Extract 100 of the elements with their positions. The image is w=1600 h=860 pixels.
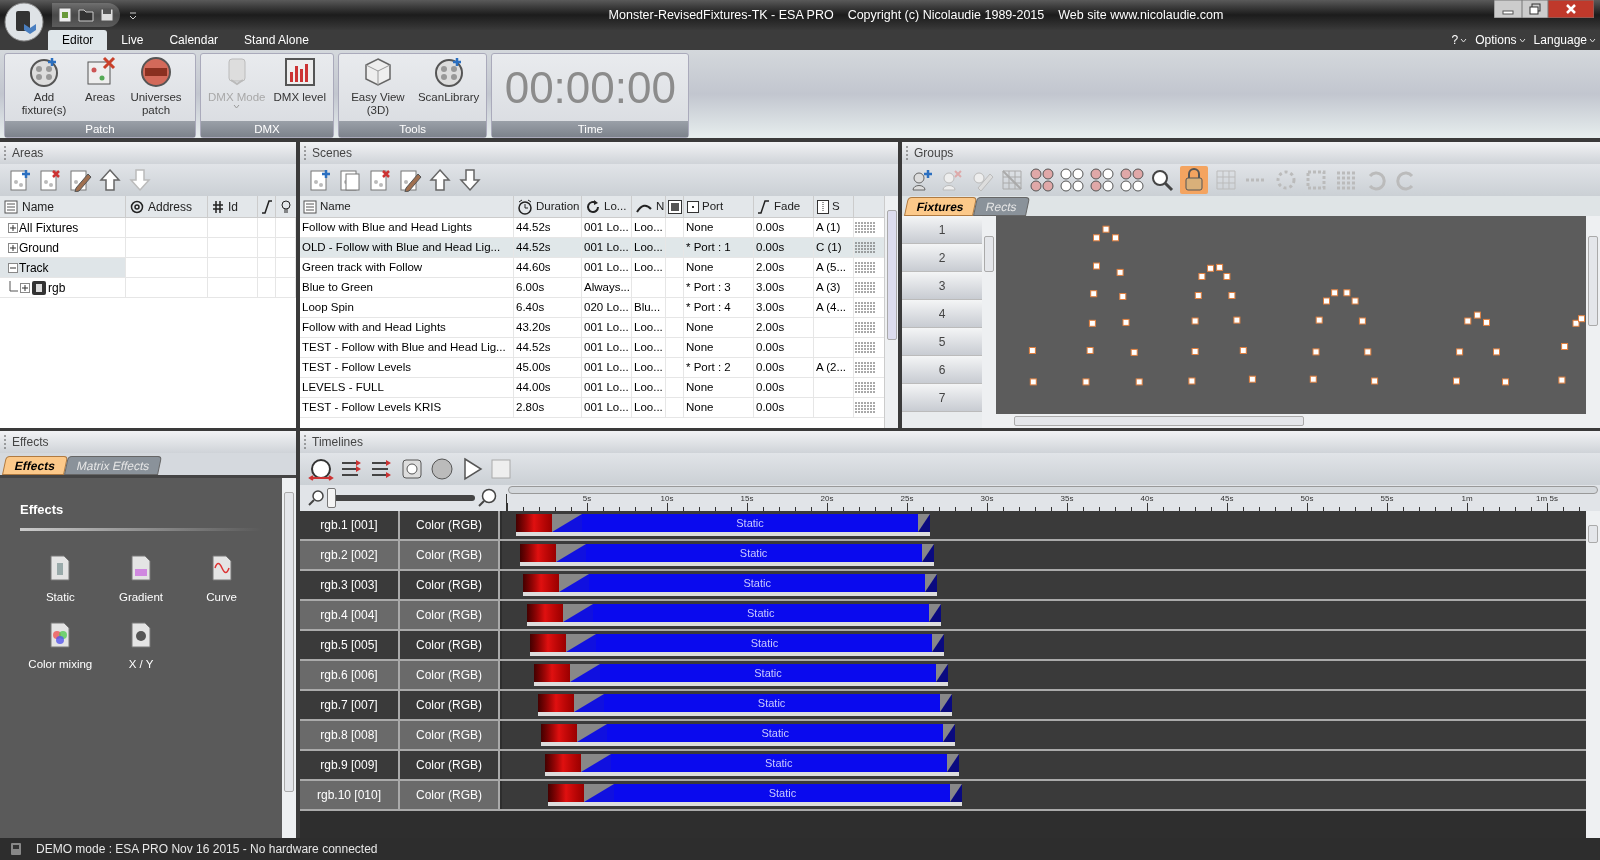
fade-ramp[interactable] [936, 664, 948, 686]
static-effect-icon[interactable] [49, 554, 72, 581]
scrollbar[interactable] [282, 478, 296, 838]
column-header[interactable]: Port [684, 196, 754, 217]
four-circles-icon[interactable] [1120, 168, 1144, 192]
track-name[interactable]: rgb.9 [009] [300, 751, 400, 779]
ribbon-button[interactable]: DMX level [270, 56, 329, 104]
track-name[interactable]: rgb.8 [008] [300, 721, 400, 749]
column-header[interactable]: Name [300, 196, 514, 217]
color-segment[interactable] [530, 634, 567, 656]
fixture-icon[interactable] [28, 56, 60, 88]
track-type[interactable]: Color (RGB) [400, 541, 500, 569]
fade-ramp[interactable] [950, 784, 963, 806]
track-type[interactable]: Color (RGB) [400, 571, 500, 599]
table-row[interactable]: Blue to Green 6.00s Always... * Port : 3 3.00s A (3) [300, 278, 884, 298]
xy-effect-icon[interactable] [130, 621, 152, 648]
fade-ramp[interactable] [566, 634, 597, 656]
fade-ramp[interactable] [555, 544, 586, 566]
areas-icon[interactable] [84, 56, 116, 88]
color-segment[interactable] [541, 724, 578, 746]
color-segment[interactable] [523, 574, 560, 596]
expand-icon[interactable] [8, 242, 18, 253]
tab[interactable]: Effects [2, 456, 69, 475]
column-header[interactable] [666, 196, 684, 217]
fade-ramp[interactable] [932, 634, 945, 656]
copy-scene-icon[interactable] [338, 168, 362, 192]
slider-thumb[interactable] [327, 488, 336, 508]
folder-icon[interactable] [78, 8, 94, 22]
track-name[interactable]: rgb.4 [004] [300, 601, 400, 629]
close-icon[interactable] [1548, 0, 1594, 18]
zoom-in-icon[interactable] [478, 488, 498, 508]
effect-item[interactable]: Color mixing [20, 621, 101, 673]
effect-item[interactable]: Static [20, 554, 101, 606]
drag-handle-icon[interactable] [855, 320, 875, 335]
column-header[interactable]: Duration [514, 196, 582, 217]
four-circles-icon[interactable] [1090, 168, 1114, 192]
ribbon-tab[interactable]: Calendar [157, 30, 231, 50]
caret-icon[interactable] [128, 10, 138, 20]
effect-block[interactable]: Static [592, 604, 929, 626]
scrollbar[interactable] [1586, 216, 1600, 414]
tree-item[interactable]: rgb [0, 278, 126, 297]
fade-ramp[interactable] [559, 574, 590, 596]
column-header[interactable]: N [632, 196, 666, 217]
effect-block[interactable]: Static [603, 694, 940, 716]
scrollbar[interactable] [996, 414, 1600, 428]
column-header[interactable]: Id [208, 196, 258, 217]
fade-ramp[interactable] [552, 514, 582, 536]
square-dots-icon[interactable] [1304, 168, 1328, 192]
alarm-clock-icon[interactable] [308, 456, 334, 482]
ribbon-button[interactable]: Universes patch [121, 56, 191, 117]
zoom-slider[interactable] [327, 488, 475, 508]
record-icon[interactable] [430, 457, 454, 481]
track-type[interactable]: Color (RGB) [400, 691, 500, 719]
color-segment[interactable] [516, 514, 552, 536]
drag-handle-icon[interactable] [855, 380, 875, 395]
fixture-icon[interactable] [432, 56, 465, 88]
fade-ramp[interactable] [925, 574, 938, 596]
search-icon[interactable] [1150, 168, 1174, 192]
delete-scene-icon[interactable] [368, 168, 392, 192]
tree-item[interactable]: Ground [0, 238, 126, 257]
add-area-icon[interactable] [8, 168, 32, 192]
color-segment[interactable] [548, 784, 585, 806]
track-type[interactable]: Color (RGB) [400, 511, 500, 539]
menu-button[interactable]: ? [1451, 31, 1468, 49]
table-row[interactable]: LEVELS - FULL 44.00s 001 Lo... Loo... None 0.00s [300, 378, 884, 398]
four-circles-icon[interactable] [1060, 168, 1084, 192]
track-type[interactable]: Color (RGB) [400, 661, 500, 689]
scrollbar[interactable] [982, 216, 996, 428]
table-row[interactable]: Green track with Follow 44.60s 001 Lo... Loo... None 2.00s A (5... [300, 258, 884, 278]
scrollbar[interactable] [884, 196, 898, 428]
color-segment[interactable] [519, 544, 556, 566]
track-type[interactable]: Color (RGB) [400, 751, 500, 779]
fade-ramp[interactable] [562, 604, 593, 626]
expand-icon[interactable] [8, 222, 18, 233]
effect-block[interactable]: Static [585, 544, 922, 566]
menu-button[interactable]: Options [1475, 31, 1526, 49]
effect-item[interactable]: Curve [181, 554, 262, 606]
four-circles-icon[interactable] [1030, 168, 1054, 192]
tree-item[interactable]: Track [0, 258, 126, 277]
color-segment[interactable] [534, 664, 570, 686]
effect-item[interactable]: Gradient [100, 554, 182, 606]
column-header[interactable]: Name [0, 196, 126, 217]
expand-icon[interactable] [20, 282, 30, 293]
fade-ramp[interactable] [918, 514, 930, 536]
color-segment[interactable] [544, 754, 581, 776]
column-header[interactable]: S [814, 196, 854, 217]
effect-block[interactable]: Static [582, 514, 918, 536]
fade-ramp[interactable] [573, 694, 604, 716]
drag-handle-icon[interactable] [855, 260, 875, 275]
fade-ramp[interactable] [580, 754, 611, 776]
column-header[interactable]: Fade [754, 196, 814, 217]
drag-handle-icon[interactable] [855, 360, 875, 375]
color-segment[interactable] [526, 604, 563, 626]
fade-ramp[interactable] [577, 724, 608, 746]
add-scene-icon[interactable] [308, 168, 332, 192]
table-row[interactable]: TEST - Follow Levels KRIS 2.80s 001 Lo... Loo... None 0.00s [300, 398, 884, 418]
tab[interactable]: Fixtures [904, 197, 977, 216]
table-row[interactable]: Loop Spin 6.40s 020 Lo... Blu... * Port : 4 3.00s A (4... [300, 298, 884, 318]
ribbon-tab[interactable]: Editor [48, 30, 108, 50]
ribbon-button[interactable]: Easy View (3D) [342, 56, 413, 117]
